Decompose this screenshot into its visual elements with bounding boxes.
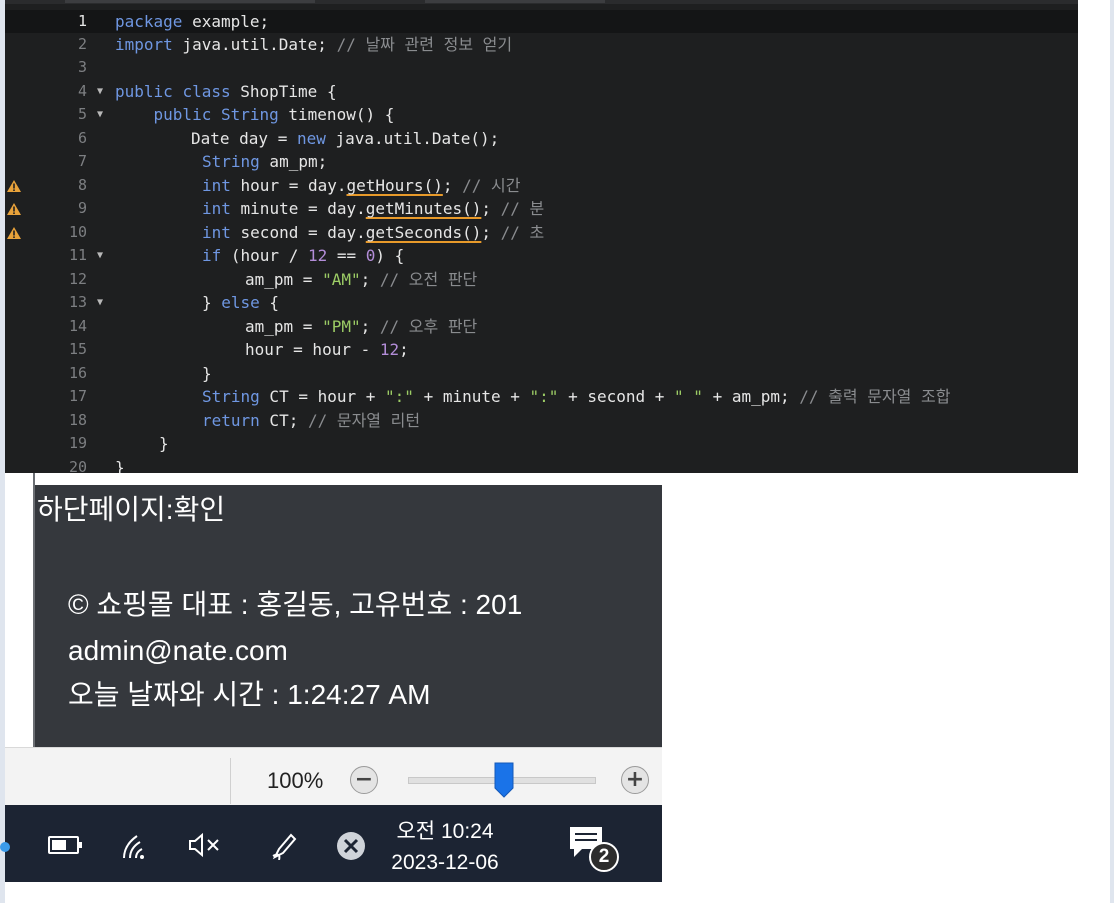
volume-muted-icon[interactable] — [187, 832, 223, 858]
fold-arrow-icon[interactable]: ▼ — [94, 244, 106, 267]
code-text[interactable]: am_pm = "PM"; // 오후 판단 — [245, 315, 477, 338]
code-line-14[interactable]: 14 am_pm = "PM"; // 오후 판단 — [5, 315, 1078, 338]
footer-email[interactable]: admin@nate.com — [68, 634, 288, 668]
code-line-17[interactable]: 17 String CT = hour + ":" + minute + ":"… — [5, 385, 1078, 408]
code-line-19[interactable]: 19 } — [5, 432, 1078, 455]
battery-icon[interactable] — [48, 835, 84, 855]
footer-copyright: © 쇼핑몰 대표 : 홍길동, 고유번호 : 201 — [68, 589, 523, 620]
code-text[interactable]: Date day = new java.util.Date(); — [191, 127, 499, 150]
code-text[interactable]: public class ShopTime { — [115, 80, 337, 103]
code-line-13[interactable]: 13 ▼ } else { — [5, 291, 1078, 314]
line-number: 14 — [68, 317, 87, 335]
warning-icon[interactable] — [5, 197, 23, 220]
zoom-level: 100% — [267, 768, 324, 793]
line-number: 18 — [68, 411, 87, 429]
viewport-edge — [33, 473, 35, 747]
line-number: 5 — [77, 105, 87, 123]
code-line-7[interactable]: 7 String am_pm; — [5, 150, 1078, 173]
code-line-16[interactable]: 16 } — [5, 362, 1078, 385]
code-line-4[interactable]: 4 ▼ public class ShopTime { — [5, 80, 1078, 103]
code-line-8[interactable]: 8 int hour = day.getHours(); // 시간 — [5, 174, 1078, 197]
line-number: 6 — [77, 129, 87, 147]
fold-arrow-icon[interactable]: ▼ — [94, 80, 106, 103]
notification-count-badge[interactable]: 2 — [589, 842, 619, 872]
code-line-6[interactable]: 6 Date day = new java.util.Date(); — [5, 127, 1078, 150]
pen-icon[interactable] — [269, 830, 301, 860]
line-number: 19 — [68, 434, 87, 452]
zoom-out-button[interactable]: − — [350, 766, 378, 794]
code-text[interactable]: return CT; // 문자열 리턴 — [202, 409, 420, 432]
right-window-edge — [1110, 0, 1114, 903]
line-number: 13 — [68, 293, 87, 311]
code-text[interactable]: } — [202, 362, 212, 385]
line-number: 1 — [77, 12, 87, 30]
zoom-divider — [230, 758, 231, 804]
close-circle-icon[interactable] — [335, 830, 367, 862]
code-text[interactable]: public String timenow() { — [115, 103, 395, 126]
line-number: 15 — [68, 340, 87, 358]
code-line-15[interactable]: 15 hour = hour - 12; — [5, 338, 1078, 361]
line-number: 12 — [68, 270, 87, 288]
code-editor[interactable]: 1 package example; 2 import java.util.Da… — [5, 0, 1078, 473]
code-line-2[interactable]: 2 import java.util.Date; // 날짜 관련 정보 얻기 — [5, 33, 1078, 56]
browser-viewport: 하단페이지:확인 © 쇼핑몰 대표 : 홍길동, 고유번호 : 201 admi… — [5, 473, 662, 747]
warning-icon[interactable] — [5, 174, 23, 197]
code-line-3[interactable]: 3 — [5, 56, 1078, 79]
code-line-1[interactable]: 1 package example; — [5, 10, 1078, 33]
line-number: 11 — [68, 246, 87, 264]
line-number: 7 — [77, 152, 87, 170]
footer-datetime: 오늘 날짜와 시간 : 1:24:27 AM — [68, 679, 431, 710]
code-text[interactable]: int minute = day.getMinutes(); // 분 — [202, 197, 544, 220]
fold-arrow-icon[interactable]: ▼ — [94, 103, 106, 126]
clock-date[interactable]: 2023-12-06 — [385, 851, 505, 875]
tray-dot-icon[interactable] — [0, 840, 10, 854]
line-number: 16 — [68, 364, 87, 382]
line-number: 20 — [68, 458, 87, 473]
zoom-in-button[interactable]: + — [621, 766, 649, 794]
code-text[interactable]: int hour = day.getHours(); // 시간 — [202, 174, 520, 197]
code-line-12[interactable]: 12 am_pm = "AM"; // 오전 판단 — [5, 268, 1078, 291]
code-line-18[interactable]: 18 return CT; // 문자열 리턴 — [5, 409, 1078, 432]
line-number: 17 — [68, 387, 87, 405]
code-text[interactable]: String am_pm; — [202, 150, 327, 173]
code-line-5[interactable]: 5 ▼ public String timenow() { — [5, 103, 1078, 126]
code-line-11[interactable]: 11 ▼ if (hour / 12 == 0) { — [5, 244, 1078, 267]
code-text[interactable]: } — [159, 432, 169, 455]
line-number: 2 — [77, 35, 87, 53]
code-line-10[interactable]: 10 int second = day.getSeconds(); // 초 — [5, 221, 1078, 244]
fold-arrow-icon[interactable]: ▼ — [94, 291, 106, 314]
zoom-bar: 100% − + — [5, 747, 662, 805]
code-text[interactable]: am_pm = "AM"; // 오전 판단 — [245, 268, 477, 291]
code-text[interactable]: package example; — [115, 10, 269, 33]
code-text[interactable]: String CT = hour + ":" + minute + ":" + … — [202, 385, 950, 408]
warning-icon[interactable] — [5, 221, 23, 244]
code-text[interactable]: } else { — [202, 291, 279, 314]
code-line-20[interactable]: 20 } — [5, 456, 1078, 473]
code-text[interactable]: } — [115, 456, 125, 473]
line-number: 4 — [77, 82, 87, 100]
taskbar: 오전 10:24 2023-12-06 2 — [0, 805, 662, 882]
code-text[interactable]: int second = day.getSeconds(); // 초 — [202, 221, 544, 244]
line-number: 8 — [77, 176, 87, 194]
wifi-icon[interactable] — [121, 831, 153, 861]
page-heading: 하단페이지:확인 — [37, 494, 226, 525]
code-text[interactable]: import java.util.Date; // 날짜 관련 정보 얻기 — [115, 33, 512, 56]
code-text[interactable]: if (hour / 12 == 0) { — [202, 244, 404, 267]
code-line-9[interactable]: 9 int minute = day.getMinutes(); // 분 — [5, 197, 1078, 220]
line-number: 3 — [77, 58, 87, 76]
zoom-slider-thumb[interactable] — [494, 762, 514, 798]
line-number: 9 — [77, 199, 87, 217]
editor-top-border — [5, 0, 1078, 4]
clock-time[interactable]: 오전 10:24 — [385, 815, 505, 845]
line-number: 10 — [68, 223, 87, 241]
code-text[interactable]: hour = hour - 12; — [245, 338, 409, 361]
